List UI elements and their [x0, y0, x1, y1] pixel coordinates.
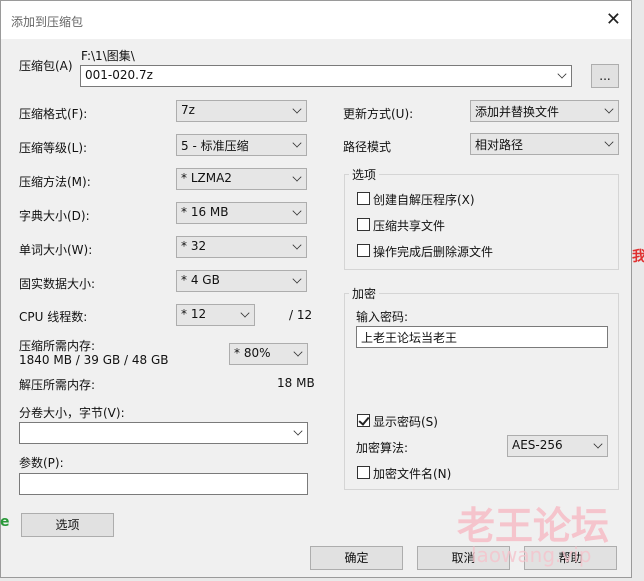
chevron-down-icon: [240, 308, 250, 318]
pathmode-label: 路径模式: [343, 140, 392, 154]
mem-select[interactable]: * 80%: [229, 343, 308, 365]
shared-label: 压缩共享文件: [373, 219, 446, 233]
shared-checkbox[interactable]: [357, 218, 370, 231]
chevron-down-icon: [593, 439, 603, 449]
cpu-value: * 12: [181, 307, 207, 321]
solid-value: * 4 GB: [181, 273, 220, 287]
browse-button[interactable]: ...: [591, 64, 619, 88]
encrypt-names-label: 加密文件名(N): [373, 467, 452, 481]
archive-name-combo[interactable]: 001-020.7z: [80, 65, 572, 87]
word-label: 单词大小(W):: [19, 243, 93, 257]
method-select[interactable]: * LZMA2: [176, 168, 307, 190]
decomp-label: 解压所需内存:: [19, 378, 96, 392]
delete-source-checkbox[interactable]: [357, 244, 370, 257]
encrypt-names-checkbox[interactable]: [357, 466, 370, 479]
method-label: 压缩方法(M):: [19, 175, 91, 189]
solid-select[interactable]: * 4 GB: [176, 270, 307, 292]
watermark-text: 老王论坛: [457, 504, 610, 548]
pathmode-select[interactable]: 相对路径: [470, 133, 619, 155]
mem-value: * 80%: [234, 346, 271, 360]
show-password-checkbox[interactable]: [357, 414, 370, 427]
update-label: 更新方式(U):: [343, 107, 414, 121]
method-value: * LZMA2: [181, 171, 232, 185]
edge-char-left: e: [0, 514, 10, 530]
update-select[interactable]: 添加并替换文件: [470, 100, 619, 122]
decomp-value: 18 MB: [277, 376, 315, 390]
add-to-archive-dialog: 添加到压缩包 ✕ 压缩包(A) F:\1\图集\ 001-020.7z ... …: [0, 0, 632, 578]
chevron-down-icon: [293, 426, 303, 436]
mem-detail: 1840 MB / 39 GB / 48 GB: [19, 353, 169, 367]
word-select[interactable]: * 32: [176, 236, 307, 258]
word-value: * 32: [181, 239, 207, 253]
show-password-label: 显示密码(S): [373, 415, 438, 429]
params-label: 参数(P):: [19, 456, 64, 470]
options-button[interactable]: 选项: [21, 513, 114, 537]
params-input[interactable]: [19, 473, 308, 495]
level-select[interactable]: 5 - 标准压缩: [176, 134, 307, 156]
chevron-down-icon: [292, 104, 302, 114]
options-group-title: 选项: [349, 166, 380, 183]
chevron-down-icon: [292, 206, 302, 216]
archive-name-value: 001-020.7z: [85, 68, 153, 82]
chevron-down-icon: [604, 104, 614, 114]
title-bar: 添加到压缩包 ✕: [1, 1, 631, 39]
enc-method-value: AES-256: [512, 438, 563, 452]
password-label: 输入密码:: [356, 310, 409, 324]
window-title: 添加到压缩包: [11, 15, 84, 29]
chevron-down-icon: [604, 137, 614, 147]
watermark-url: laowang.vip: [471, 543, 592, 567]
solid-label: 固实数据大小:: [19, 277, 96, 291]
mem-label: 压缩所需内存:: [19, 339, 96, 353]
volume-combo[interactable]: [19, 422, 308, 444]
delete-source-label: 操作完成后删除源文件: [373, 245, 494, 259]
chevron-down-icon: [292, 240, 302, 250]
sfx-checkbox[interactable]: [357, 192, 370, 205]
dict-label: 字典大小(D):: [19, 209, 90, 223]
password-input[interactable]: 上老王论坛当老王: [356, 326, 608, 348]
archive-label: 压缩包(A): [19, 59, 73, 73]
chevron-down-icon: [292, 274, 302, 284]
update-value: 添加并替换文件: [475, 105, 560, 119]
enc-method-select[interactable]: AES-256: [507, 435, 608, 457]
archive-path: F:\1\图集\: [81, 49, 135, 63]
ok-button[interactable]: 确定: [310, 546, 403, 570]
enc-method-label: 加密算法:: [356, 441, 409, 455]
pathmode-value: 相对路径: [475, 138, 524, 152]
chevron-down-icon: [293, 347, 303, 357]
dict-select[interactable]: * 16 MB: [176, 202, 307, 224]
chevron-down-icon: [292, 172, 302, 182]
cpu-select[interactable]: * 12: [176, 304, 255, 326]
level-label: 压缩等级(L):: [19, 141, 88, 155]
close-icon[interactable]: ✕: [606, 9, 621, 30]
format-value: 7z: [181, 103, 195, 117]
cpu-label: CPU 线程数:: [19, 310, 88, 324]
format-select[interactable]: 7z: [176, 100, 307, 122]
sfx-label: 创建自解压程序(X): [373, 193, 475, 207]
edge-char-right: 我: [632, 249, 644, 265]
dict-value: * 16 MB: [181, 205, 229, 219]
format-label: 压缩格式(F):: [19, 107, 88, 121]
level-value: 5 - 标准压缩: [181, 139, 249, 153]
chevron-down-icon: [292, 138, 302, 148]
volume-label: 分卷大小，字节(V):: [19, 406, 125, 420]
chevron-down-icon: [557, 69, 567, 79]
cpu-max: / 12: [289, 308, 313, 322]
encryption-group-title: 加密: [349, 285, 380, 302]
